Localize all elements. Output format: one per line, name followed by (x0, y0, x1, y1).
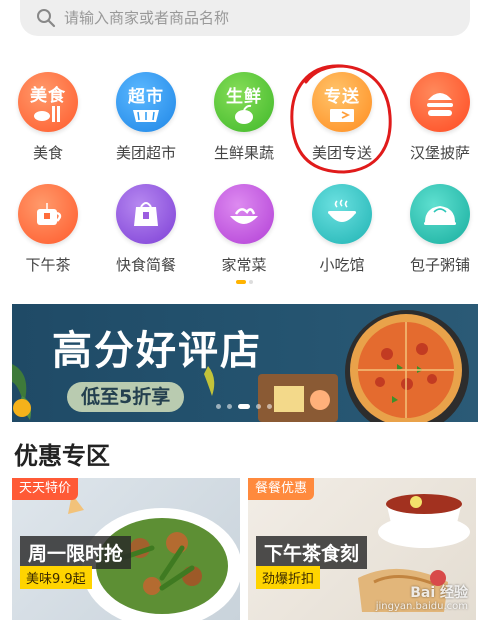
banner-dot (256, 404, 261, 409)
category-snacks[interactable]: 小吃馆 (294, 184, 390, 284)
category-label: 美团超市 (115, 144, 176, 162)
watermark-url: jingyan.baidu.com (375, 601, 468, 612)
basket-icon (133, 110, 159, 122)
category-home-cooking[interactable]: 家常菜 (196, 184, 292, 284)
category-label: 快食简餐 (115, 256, 176, 274)
banner-dot-active (238, 404, 250, 409)
watermark: Bai 经验 jingyan.baidu.com (376, 586, 468, 614)
category-label: 下午茶 (25, 256, 71, 274)
banner-dot (216, 404, 221, 409)
promo-banner[interactable]: 高分好评店 低至5折享 (12, 304, 478, 422)
section-title: 优惠专区 (14, 442, 110, 470)
banner-discount-pill: 低至5折享 (67, 382, 185, 412)
snack-category-icon (312, 184, 372, 244)
search-icon (37, 9, 56, 28)
category-fresh[interactable]: 生鲜 生鲜果蔬 (196, 72, 292, 172)
takeout-bag-icon (134, 202, 158, 226)
category-food[interactable]: 美食 美食 (0, 72, 96, 172)
promo-subtitle: 劲爆折扣 (256, 566, 321, 589)
bun-icon (424, 206, 456, 225)
dish-icon (230, 208, 258, 224)
category-buns-porridge[interactable]: 包子粥铺 (392, 184, 480, 284)
pager-dot-active (236, 280, 246, 284)
apple-icon (235, 104, 253, 124)
category-label: 汉堡披萨 (409, 144, 470, 162)
burger-category-icon (410, 72, 470, 132)
fresh-category-icon: 生鲜 (214, 72, 274, 132)
category-label: 小吃馆 (319, 256, 365, 274)
fastfood-category-icon (116, 184, 176, 244)
search-input[interactable] (62, 8, 446, 28)
bowl-icon (328, 199, 356, 222)
banner-dot (227, 404, 232, 409)
category-label: 家常菜 (221, 256, 267, 274)
homecooking-category-icon (214, 184, 274, 244)
red-annotation-circle (290, 64, 392, 174)
category-burger-pizza[interactable]: 汉堡披萨 (392, 72, 480, 172)
banner-pager (216, 404, 272, 409)
promo-tag: 餐餐优惠 (248, 478, 315, 500)
pager-dot (249, 280, 253, 284)
food-category-icon: 美食 (18, 72, 78, 132)
burger-icon (427, 93, 453, 116)
category-label: 美食 (32, 144, 63, 162)
promo-subtitle: 美味9.9起 (20, 566, 92, 589)
category-pager (236, 280, 253, 284)
tea-category-icon (18, 184, 78, 244)
category-supermarket[interactable]: 超市 美团超市 (98, 72, 194, 172)
banner-headline: 高分好评店 (52, 328, 262, 374)
watermark-brand: Bai 经验 (410, 585, 468, 601)
supermarket-category-icon: 超市 (116, 72, 176, 132)
promo-card-monday[interactable]: 天天特价 周一限时抢 美味9.9起 (12, 478, 240, 620)
category-label: 生鲜果蔬 (213, 144, 274, 162)
category-afternoon-tea[interactable]: 下午茶 (0, 184, 96, 284)
promo-title: 下午茶食刻 (256, 536, 368, 569)
bun-category-icon (410, 184, 470, 244)
promo-title: 周一限时抢 (20, 536, 132, 569)
banner-dot (267, 404, 272, 409)
promo-card-afternoon-tea[interactable]: 餐餐优惠 下午茶食刻 劲爆折扣 Bai 经验 jingyan.baidu.com (248, 478, 476, 620)
category-label: 包子粥铺 (409, 256, 470, 274)
search-bar[interactable] (20, 0, 470, 36)
fork-knife-icon (34, 106, 60, 122)
promo-tag: 天天特价 (12, 478, 79, 500)
tea-cup-icon (37, 203, 62, 225)
category-fast-food[interactable]: 快食简餐 (98, 184, 194, 284)
